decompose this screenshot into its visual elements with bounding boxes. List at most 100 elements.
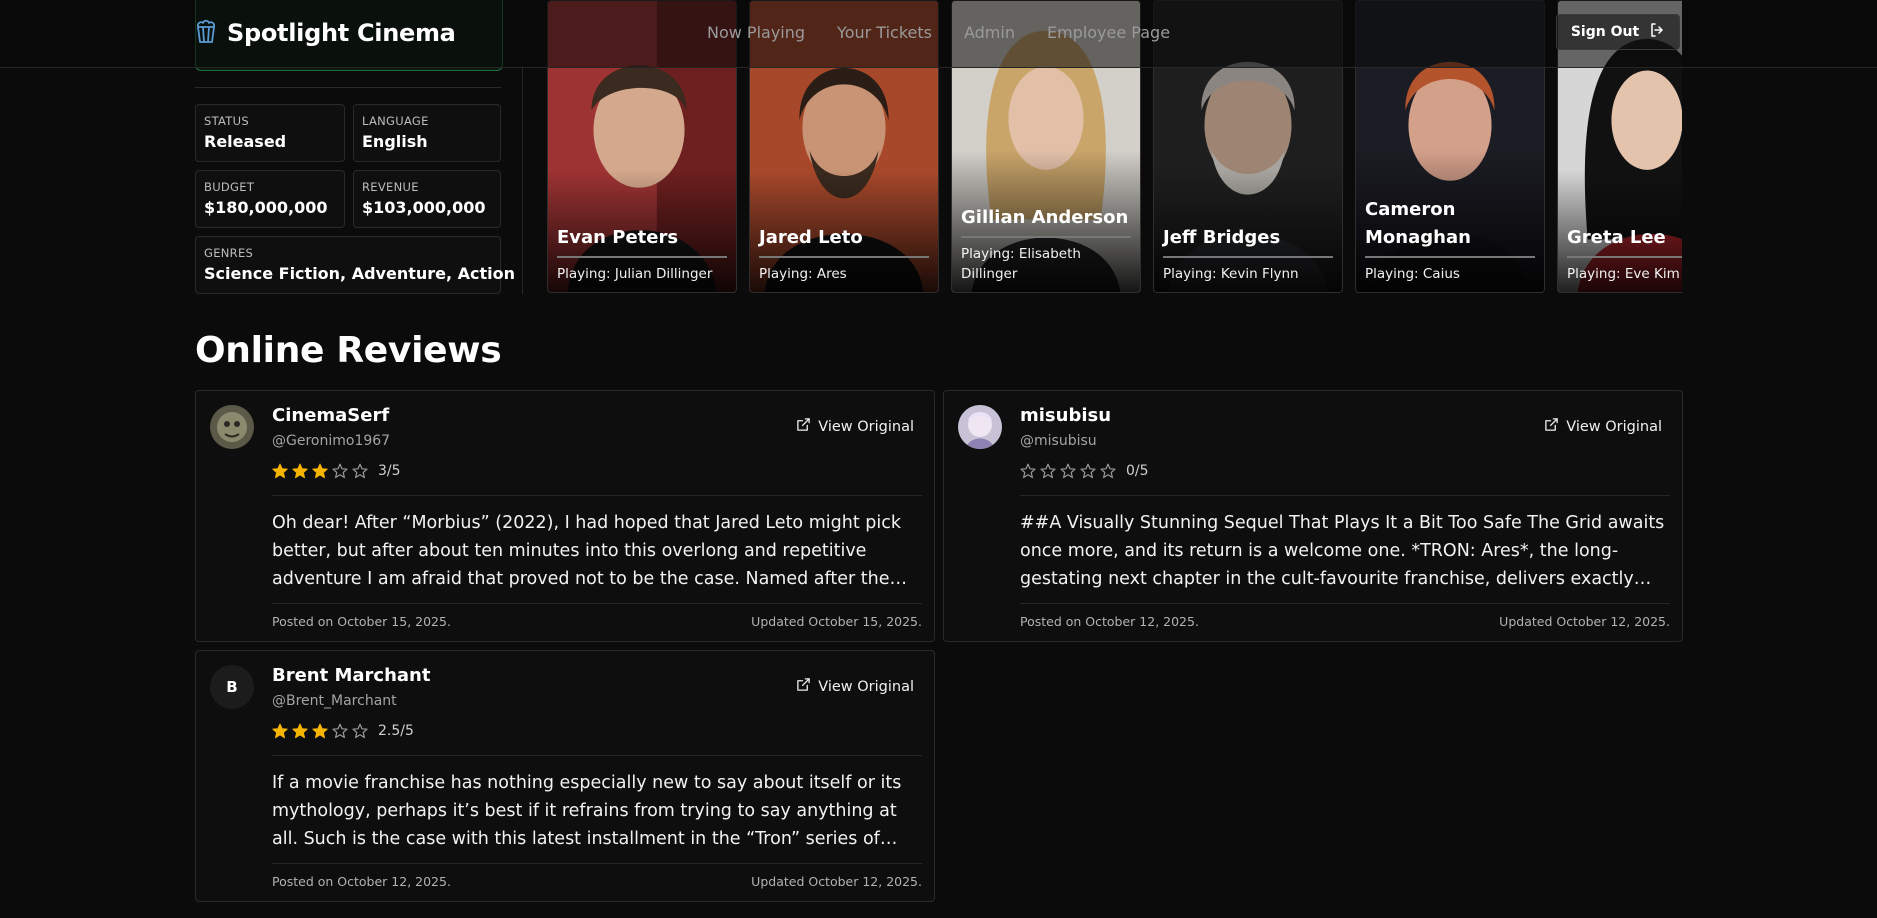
stars — [272, 463, 368, 479]
rating-score: 0/5 — [1126, 463, 1149, 479]
cast-name: Gillian Anderson — [961, 204, 1131, 238]
star-empty-icon — [352, 463, 368, 479]
star-rating: 2.5/5 — [272, 723, 414, 739]
star-filled-icon — [272, 723, 288, 739]
cast-name: Evan Peters — [557, 224, 727, 258]
genres-value: Science Fiction, Adventure, Action — [204, 264, 516, 283]
cast-info: Gillian Anderson Playing: Elisabeth Dill… — [952, 204, 1140, 292]
star-empty-icon — [332, 463, 348, 479]
revenue-label: REVENUE — [362, 180, 419, 194]
language-value: English — [362, 132, 428, 151]
main-nav: Now Playing Your Tickets Admin Employee … — [707, 23, 1170, 42]
stars — [1020, 463, 1116, 479]
view-original-link[interactable]: View Original — [796, 677, 914, 696]
star-empty-icon — [1060, 463, 1076, 479]
review-card: CinemaSerf @Geronimo1967 View Original 3… — [195, 390, 935, 642]
review-author: misubisu — [1020, 405, 1112, 426]
cast-role: Playing: Julian Dillinger — [557, 266, 713, 282]
external-link-icon — [796, 677, 811, 696]
divider — [1020, 603, 1670, 604]
review-content: If a movie franchise has nothing especia… — [272, 773, 902, 849]
star-empty-icon — [1020, 463, 1036, 479]
genres-card: GENRES Science Fiction, Adventure, Actio… — [195, 236, 516, 294]
divider — [272, 495, 922, 496]
cast-info: Greta Lee Playing: Eve Kim — [1558, 224, 1682, 292]
rating-score: 2.5/5 — [378, 723, 414, 739]
sign-out-icon — [1649, 22, 1665, 42]
status-value: Released — [204, 132, 287, 151]
view-original-label: View Original — [1566, 418, 1662, 435]
cast-info: Jared Leto Playing: Ares — [750, 224, 938, 292]
brand[interactable]: Spotlight Cinema — [195, 18, 456, 48]
budget-value: $180,000,000 — [204, 198, 328, 217]
view-original-link[interactable]: View Original — [1544, 417, 1662, 436]
cast-role: Playing: Elisabeth Dillinger — [961, 246, 1081, 282]
star-empty-icon — [352, 723, 368, 739]
panel-divider — [522, 68, 523, 294]
cast-info: Evan Peters Playing: Julian Dillinger — [548, 224, 736, 292]
app-title: Spotlight Cinema — [227, 19, 456, 47]
review-author: CinemaSerf — [272, 405, 390, 426]
posted-date: Posted on October 12, 2025. — [272, 874, 451, 889]
review-handle: @Geronimo1967 — [272, 433, 391, 449]
status-label: STATUS — [204, 114, 249, 128]
cast-role: Playing: Ares — [759, 266, 847, 282]
nav-now-playing[interactable]: Now Playing — [707, 23, 805, 42]
star-empty-icon — [1080, 463, 1096, 479]
external-link-icon — [1544, 417, 1559, 436]
updated-date: Updated October 12, 2025. — [751, 874, 922, 889]
sign-out-button[interactable]: Sign Out — [1556, 14, 1680, 50]
cast-info: Cameron Monaghan Playing: Caius — [1356, 196, 1544, 292]
cast-name: Jared Leto — [759, 224, 929, 258]
top-navbar: Spotlight Cinema Now Playing Your Ticket… — [0, 0, 1877, 68]
view-original-link[interactable]: View Original — [796, 417, 914, 436]
star-filled-icon — [312, 463, 328, 479]
review-card: B Brent Marchant @Brent_Marchant View Or… — [195, 650, 935, 902]
star-empty-icon — [1040, 463, 1056, 479]
avatar — [210, 405, 254, 449]
updated-date: Updated October 15, 2025. — [751, 614, 922, 629]
view-original-label: View Original — [818, 418, 914, 435]
cast-name: Cameron Monaghan — [1365, 196, 1535, 258]
divider — [1020, 495, 1670, 496]
reviews-heading: Online Reviews — [195, 330, 502, 371]
review-content: ##A Visually Stunning Sequel That Plays … — [1020, 513, 1665, 589]
language-label: LANGUAGE — [362, 114, 429, 128]
cast-role: Playing: Caius — [1365, 266, 1460, 282]
star-filled-icon — [312, 723, 328, 739]
nav-admin[interactable]: Admin — [964, 23, 1015, 42]
avatar-initial: B — [226, 678, 238, 696]
divider — [272, 603, 922, 604]
popcorn-icon — [195, 18, 217, 48]
nav-your-tickets[interactable]: Your Tickets — [837, 23, 932, 42]
view-original-label: View Original — [818, 678, 914, 695]
star-empty-icon — [332, 723, 348, 739]
genres-label: GENRES — [204, 246, 254, 260]
budget-card: BUDGET $180,000,000 — [195, 170, 345, 228]
revenue-card: REVENUE $103,000,000 — [353, 170, 501, 228]
avatar: B — [210, 665, 254, 709]
review-handle: @misubisu — [1020, 433, 1097, 449]
budget-label: BUDGET — [204, 180, 255, 194]
external-link-icon — [796, 417, 811, 436]
revenue-value: $103,000,000 — [362, 198, 486, 217]
cast-name: Jeff Bridges — [1163, 224, 1333, 258]
review-content: Oh dear! After “Morbius” (2022), I had h… — [272, 513, 907, 589]
sign-out-label: Sign Out — [1570, 24, 1640, 40]
star-filled-icon — [292, 723, 308, 739]
divider — [272, 755, 922, 756]
language-card: LANGUAGE English — [353, 104, 501, 162]
nav-employee-page[interactable]: Employee Page — [1047, 23, 1170, 42]
cast-role: Playing: Kevin Flynn — [1163, 266, 1299, 282]
star-rating: 3/5 — [272, 463, 401, 479]
review-author: Brent Marchant — [272, 665, 431, 686]
star-filled-icon — [272, 463, 288, 479]
details-divider — [195, 87, 501, 88]
stars — [272, 723, 368, 739]
star-rating: 0/5 — [1020, 463, 1149, 479]
updated-date: Updated October 12, 2025. — [1499, 614, 1670, 629]
cast-name: Greta Lee — [1567, 224, 1682, 258]
star-empty-icon — [1100, 463, 1116, 479]
review-handle: @Brent_Marchant — [272, 693, 397, 709]
review-card: misubisu @misubisu View Original 0/5 ##A… — [943, 390, 1683, 642]
